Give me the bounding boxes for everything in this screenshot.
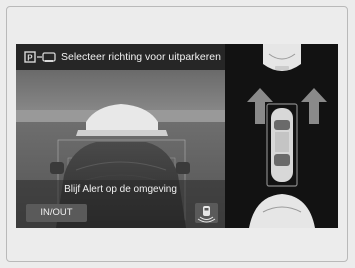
in-out-button[interactable]: IN/OUT (26, 204, 87, 222)
header-bar: P Selecteer richting voor uitparkeren (16, 44, 225, 70)
svg-text:P: P (27, 54, 33, 63)
parking-sensor-button[interactable] (195, 203, 218, 223)
parking-exit-icon: P (24, 50, 56, 69)
alert-message: Blijf Alert op de omgeving (64, 184, 177, 195)
header-title: Selecteer richting voor uitparkeren (61, 51, 221, 63)
overview-panel (225, 44, 338, 228)
own-car-icon (266, 103, 298, 187)
display-screen: P Selecteer richting voor uitparkeren Bl… (16, 44, 338, 228)
camera-panel: P Selecteer richting voor uitparkeren Bl… (16, 44, 225, 228)
car-front-icon (263, 44, 301, 71)
parking-sensor-icon (195, 206, 218, 227)
